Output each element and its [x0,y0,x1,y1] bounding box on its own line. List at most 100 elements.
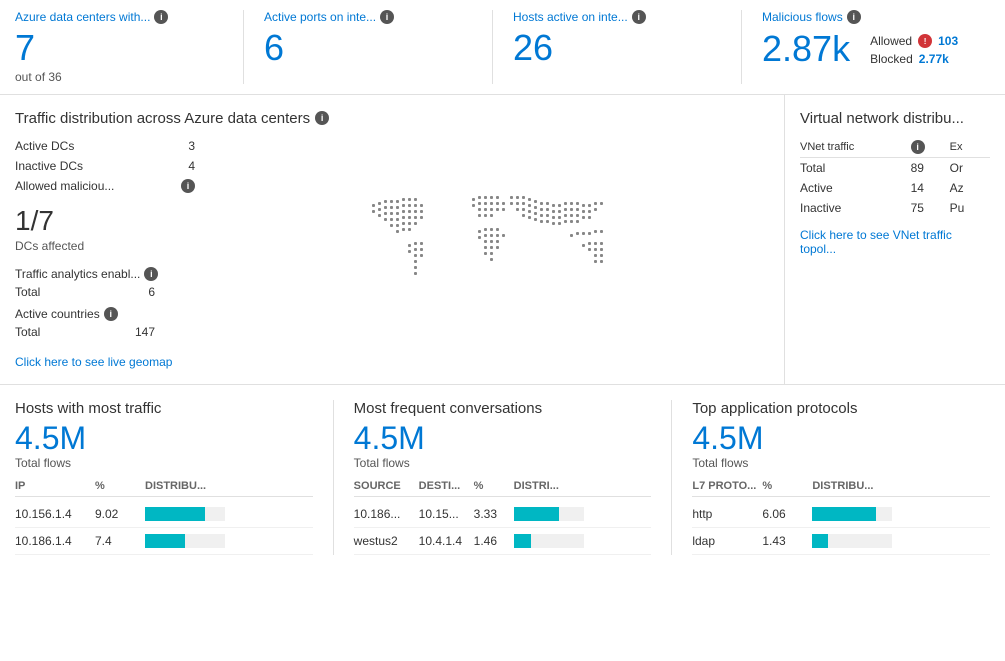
allowed-badge: ! [918,34,932,48]
vnet-info-icon[interactable]: i [911,140,925,154]
allowed-count: 103 [938,34,958,48]
conv-row1-pct: 3.33 [474,507,514,521]
conv-row1-dst: 10.15... [419,507,474,521]
vnet-col1-header: VNet traffic [800,137,911,158]
azure-dc-info-icon[interactable]: i [154,10,168,24]
geomap-link[interactable]: Click here to see live geomap [15,355,172,369]
proto-table-header: L7 PROTO... % DISTRIBU... [692,480,990,497]
hosts-row2-bar [145,534,313,548]
malicious-main: 2.87k Allowed ! 103 Blocked 2.77k [762,28,970,70]
hosts-col-ip: IP [15,480,95,492]
inactive-dcs-row: Inactive DCs 4 [15,159,195,173]
hosts-row1-pct: 9.02 [95,507,145,521]
blocked-label: Blocked [870,52,913,66]
hosts-col-dist: DISTRIBU... [145,480,313,492]
azure-dc-title-text: Azure data centers with... [15,10,150,24]
hosts-row-1: 10.156.1.4 9.02 [15,501,313,528]
conv-row2-bar [514,534,652,548]
conv-table-header: SOURCE DESTI... % DISTRI... [354,480,652,497]
hosts-row1-ip: 10.156.1.4 [15,507,95,521]
hosts-panel-title: Hosts with most traffic [15,400,313,417]
hosts-active-title[interactable]: Hosts active on inte... i [513,10,721,24]
world-map [215,139,769,369]
proto-row1-pct: 6.06 [762,507,812,521]
blocked-row: Blocked 2.77k [870,52,958,66]
traffic-stats: Active DCs 3 Inactive DCs 4 Allowed mali… [15,139,195,369]
active-ports-title[interactable]: Active ports on inte... i [264,10,472,24]
proto-row2-name: ldap [692,534,762,548]
azure-dc-metric: Azure data centers with... i 7 out of 36 [15,10,244,84]
countries-total-row: Total 147 [15,325,155,339]
active-ports-metric: Active ports on inte... i 6 [264,10,493,84]
countries-total-value: 147 [135,325,155,339]
vnet-active-val: 14 [911,178,950,198]
traffic-info-icon[interactable]: i [315,111,329,125]
hosts-table-header: IP % DISTRIBU... [15,480,313,497]
active-dcs-value: 3 [188,139,195,153]
dc-fraction: 1/7 [15,205,195,237]
hosts-panel-value: 4.5M [15,421,313,456]
proto-panel-sub: Total flows [692,456,990,470]
traffic-content: Active DCs 3 Inactive DCs 4 Allowed mali… [15,139,769,369]
proto-row-1: http 6.06 [692,501,990,528]
analytics-group: Traffic analytics enabl... i Total 6 [15,267,195,299]
proto-row-2: ldap 1.43 [692,528,990,555]
conv-panel-title: Most frequent conversations [354,400,652,417]
malicious-flows-title-text: Malicious flows [762,10,843,24]
countries-total-label: Total [15,325,40,339]
proto-row1-bar [812,507,990,521]
analytics-info-icon[interactable]: i [144,267,158,281]
bottom-panels: Hosts with most traffic 4.5M Total flows… [0,385,1005,570]
analytics-total-row: Total 6 [15,285,155,299]
malicious-flows-title[interactable]: Malicious flows i [762,10,970,24]
conv-col-src: SOURCE [354,480,419,492]
conv-row-2: westus2 10.4.1.4 1.46 [354,528,652,555]
analytics-total-value: 6 [148,285,155,299]
vnet-total-label: Total [800,157,911,178]
hosts-active-metric: Hosts active on inte... i 26 [513,10,742,84]
vnet-link[interactable]: Click here to see VNet traffic topol... [800,228,990,256]
hosts-row1-bar [145,507,313,521]
allowed-malicious-info-icon[interactable]: i [181,179,195,193]
malicious-flows-metric: Malicious flows i 2.87k Allowed ! 103 Bl… [762,10,990,84]
vnet-info-header: i [911,137,950,158]
conv-row2-bar-fill [514,534,532,548]
conv-panel-value: 4.5M [354,421,652,456]
inactive-dcs-label: Inactive DCs [15,159,83,173]
active-dcs-label: Active DCs [15,139,74,153]
blocked-count: 2.77k [919,52,949,66]
azure-dc-title[interactable]: Azure data centers with... i [15,10,223,24]
active-dcs-row: Active DCs 3 [15,139,195,153]
proto-row2-bar-fill [812,534,828,548]
proto-row2-bar-container [812,534,892,548]
conv-col-dist: DISTRI... [514,480,652,492]
hosts-row1-bar-container [145,507,225,521]
middle-section: Traffic distribution across Azure data c… [0,95,1005,385]
hosts-active-info-icon[interactable]: i [632,10,646,24]
analytics-total-label: Total [15,285,40,299]
conv-row2-dst: 10.4.1.4 [419,534,474,548]
dcs-affected-label: DCs affected [15,239,195,253]
conversations-panel: Most frequent conversations 4.5M Total f… [354,400,673,555]
countries-label: Active countries [15,307,100,321]
conv-row1-src: 10.186... [354,507,419,521]
countries-group: Active countries i Total 147 [15,307,195,339]
vnet-col2-header: Ex [950,137,990,158]
traffic-section-title: Traffic distribution across Azure data c… [15,110,769,127]
protocols-panel: Top application protocols 4.5M Total flo… [692,400,990,555]
vnet-inactive-col2: Pu [950,198,990,218]
allowed-malicious-label: Allowed maliciou... [15,179,114,193]
proto-row1-bar-fill [812,507,876,521]
allowed-malicious-row: Allowed maliciou... i [15,179,195,193]
vnet-total-val: 89 [911,157,950,178]
conv-row1-bar-container [514,507,584,521]
active-ports-title-text: Active ports on inte... [264,10,376,24]
active-ports-info-icon[interactable]: i [380,10,394,24]
active-ports-value: 6 [264,28,472,68]
conv-col-dst: DESTI... [419,480,474,492]
countries-info-icon[interactable]: i [104,307,118,321]
proto-panel-value: 4.5M [692,421,990,456]
azure-dc-value: 7 [15,28,223,68]
malicious-flows-info-icon[interactable]: i [847,10,861,24]
conv-row2-bar-container [514,534,584,548]
